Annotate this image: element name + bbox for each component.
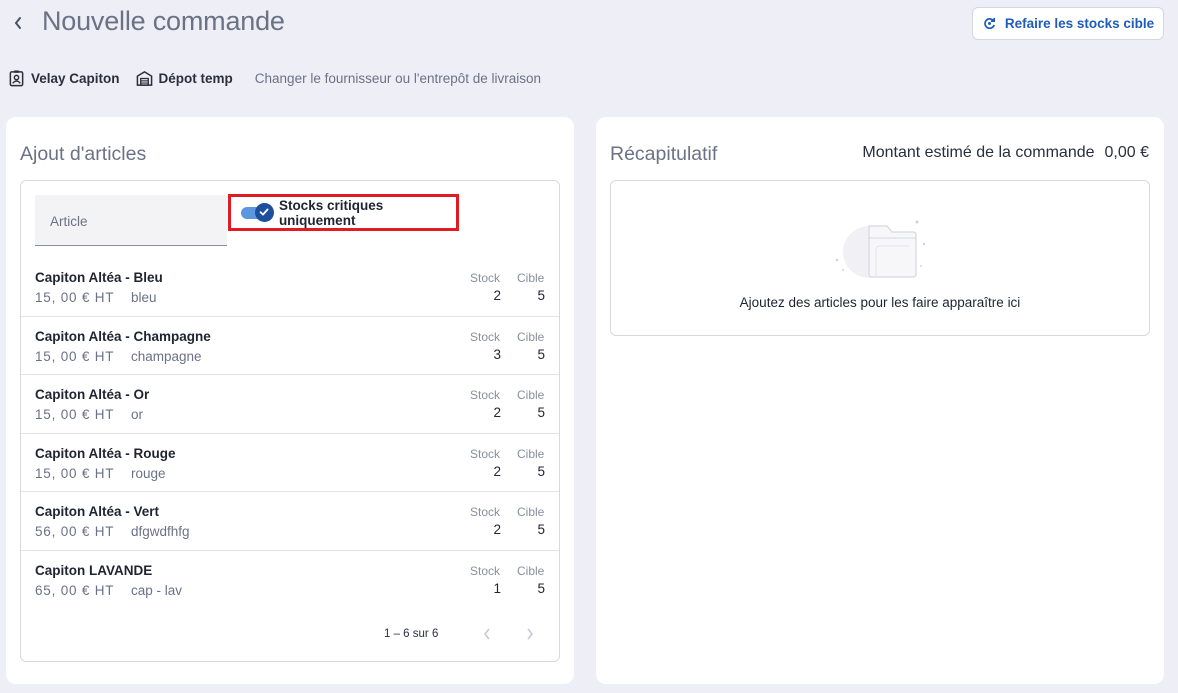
supplier-bar: Velay Capiton Dépot temp Changer le four… bbox=[8, 66, 541, 90]
order-amount: Montant estimé de la commande 0,00 € bbox=[862, 144, 1149, 162]
stock-label: Stock bbox=[470, 329, 501, 344]
stock-label: Stock bbox=[470, 271, 501, 285]
refresh-icon bbox=[984, 17, 995, 30]
list-item[interactable]: Capiton Altéa - Champagne 15, 00 € HT ch… bbox=[21, 317, 559, 376]
item-ref: dfgwdfhfg bbox=[131, 524, 190, 540]
item-name: Capiton LAVANDE bbox=[35, 562, 153, 578]
item-ref: or bbox=[131, 407, 144, 423]
empty-state-text: Ajoutez des articles pour les faire appa… bbox=[739, 295, 1021, 310]
order-amount-value: 0,00 € bbox=[1104, 144, 1149, 161]
list-item[interactable]: Capiton Altéa - Bleu 15, 00 € HT bleu St… bbox=[21, 258, 559, 317]
list-item[interactable]: Capiton LAVANDE 65, 00 € HT cap - lav St… bbox=[21, 551, 559, 610]
toggle-label: Stocks critiques uniquement bbox=[278, 197, 384, 228]
cible-value: 5 bbox=[537, 405, 545, 421]
toggle-knob bbox=[254, 202, 274, 222]
supplier-name: Velay Capiton bbox=[8, 69, 120, 87]
item-ref: bleu bbox=[131, 290, 157, 305]
cible-value: 5 bbox=[537, 288, 545, 303]
stock-value: 1 bbox=[493, 580, 501, 596]
item-name: Capiton Altéa - Bleu bbox=[35, 270, 163, 285]
warehouse-label: Dépot temp bbox=[158, 70, 233, 86]
stock-label: Stock bbox=[470, 388, 501, 403]
item-price: 15, 00 € HT bbox=[35, 290, 115, 305]
chevron-right-icon bbox=[527, 628, 534, 640]
summary-box: Ajoutez des articles pour les faire appa… bbox=[610, 180, 1150, 336]
previous-page-button[interactable] bbox=[478, 624, 496, 642]
chevron-left-icon bbox=[14, 17, 21, 29]
cible-label: Cible bbox=[517, 505, 545, 520]
badge-icon bbox=[9, 69, 24, 86]
cible-label: Cible bbox=[517, 329, 545, 344]
change-supplier-link[interactable]: Changer le fournisseur ou l'entrepôt de … bbox=[255, 71, 541, 86]
stock-value: 2 bbox=[493, 463, 501, 479]
articles-box: Article Stocks critiques uniquement Capi… bbox=[20, 180, 560, 662]
cible-label: Cible bbox=[517, 563, 545, 578]
cible-value: 5 bbox=[537, 463, 545, 479]
list-item[interactable]: Capiton Altéa - Or 15, 00 € HT or Stock … bbox=[21, 375, 559, 434]
item-name: Capiton Altéa - Vert bbox=[35, 504, 160, 520]
cible-value: 5 bbox=[537, 522, 545, 538]
stock-label: Stock bbox=[470, 505, 501, 520]
item-name: Capiton Altéa - Or bbox=[35, 387, 150, 403]
order-amount-label: Montant estimé de la commande bbox=[862, 144, 1095, 161]
article-list: Capiton Altéa - Bleu 15, 00 € HT bleu St… bbox=[21, 258, 559, 610]
stock-label: Stock bbox=[470, 446, 501, 461]
list-item[interactable]: Capiton Altéa - Rouge 15, 00 € HT rouge … bbox=[21, 434, 559, 493]
stock-label: Stock bbox=[470, 563, 501, 578]
item-ref: cap - lav bbox=[131, 582, 183, 598]
redo-button-label: Refaire les stocks cible bbox=[1004, 16, 1155, 31]
item-price: 65, 00 € HT bbox=[35, 582, 115, 598]
add-articles-panel: Ajout d'articles Article Stocks critique… bbox=[6, 117, 574, 684]
item-name: Capiton Altéa - Champagne bbox=[35, 328, 211, 344]
item-ref: champagne bbox=[131, 348, 202, 364]
toggle-track bbox=[241, 202, 274, 222]
page-title: Nouvelle commande bbox=[42, 6, 285, 36]
stock-value: 2 bbox=[493, 522, 501, 538]
warehouse-icon bbox=[136, 70, 152, 86]
critical-stock-toggle[interactable]: Stocks critiques uniquement bbox=[228, 194, 459, 231]
item-price: 15, 00 € HT bbox=[35, 348, 115, 364]
stock-value: 3 bbox=[493, 346, 501, 362]
cible-label: Cible bbox=[517, 388, 545, 403]
item-price: 15, 00 € HT bbox=[35, 465, 115, 481]
article-search-input[interactable]: Article bbox=[35, 195, 227, 246]
stock-value: 2 bbox=[493, 288, 501, 303]
supplier-label: Velay Capiton bbox=[31, 70, 120, 86]
item-name: Capiton Altéa - Rouge bbox=[35, 445, 176, 461]
stock-value: 2 bbox=[493, 405, 501, 421]
item-price: 15, 00 € HT bbox=[35, 407, 115, 423]
cible-value: 5 bbox=[537, 346, 545, 362]
next-page-button[interactable] bbox=[521, 624, 539, 642]
chevron-left-icon bbox=[483, 628, 490, 640]
cible-label: Cible bbox=[517, 446, 545, 461]
redo-target-stock-button[interactable]: Refaire les stocks cible bbox=[972, 7, 1164, 40]
check-icon bbox=[260, 208, 269, 216]
item-ref: rouge bbox=[131, 465, 166, 481]
pagination-range: 1 – 6 sur 6 bbox=[384, 628, 439, 640]
page-header: Nouvelle commande Refaire les stocks cib… bbox=[0, 0, 1178, 50]
cible-label: Cible bbox=[517, 271, 545, 285]
summary-panel: Récapitulatif Montant estimé de la comma… bbox=[596, 117, 1164, 684]
back-button[interactable] bbox=[8, 10, 28, 36]
item-price: 56, 00 € HT bbox=[35, 524, 115, 540]
warehouse-name: Dépot temp bbox=[136, 70, 233, 87]
summary-title: Récapitulatif bbox=[610, 143, 718, 165]
cible-value: 5 bbox=[537, 580, 545, 596]
add-articles-title: Ajout d'articles bbox=[20, 143, 147, 165]
folder-icon bbox=[835, 220, 926, 278]
list-item[interactable]: Capiton Altéa - Vert 56, 00 € HT dfgwdfh… bbox=[21, 492, 559, 551]
